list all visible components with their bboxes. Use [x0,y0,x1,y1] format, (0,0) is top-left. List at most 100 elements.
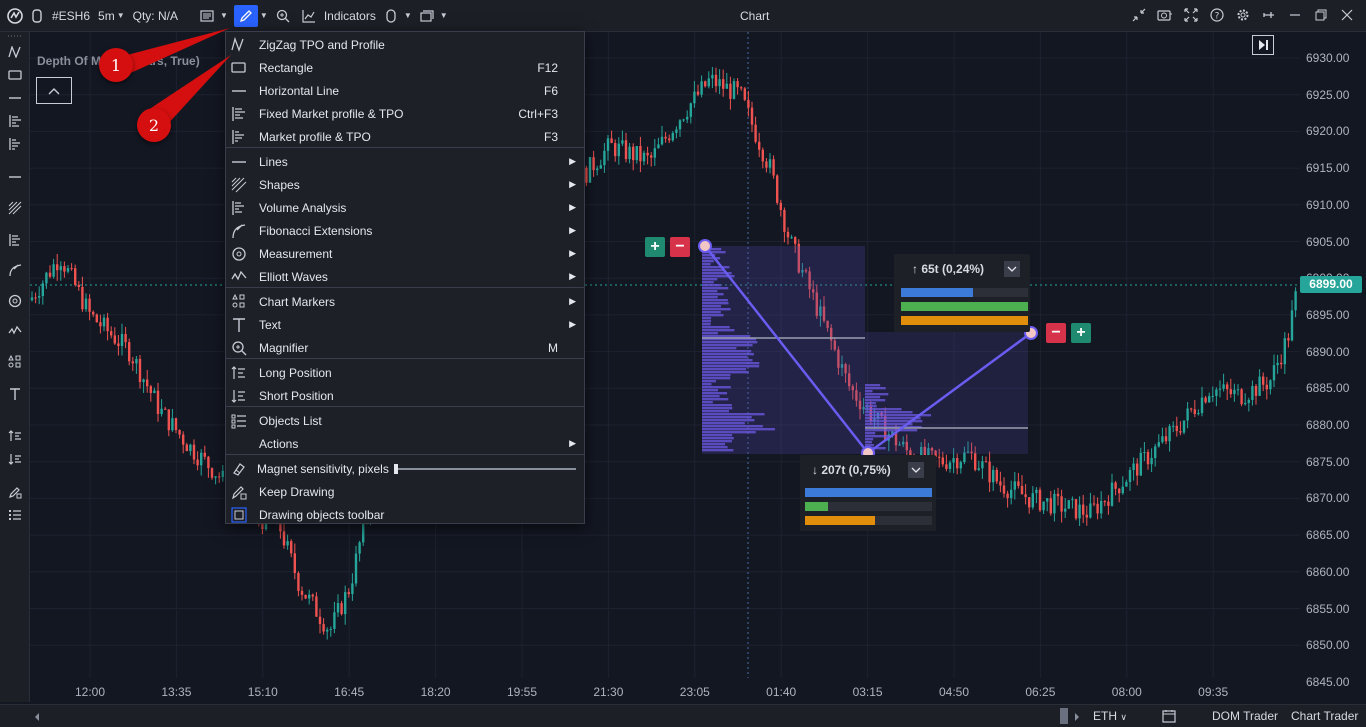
remove-button[interactable]: − [1046,323,1066,343]
zigzag-icon[interactable] [5,43,25,61]
menu-item-market-profile[interactable]: Market profile & TPO F3 [226,125,584,148]
remove-button[interactable]: − [670,237,690,257]
zoom-icon[interactable] [272,5,294,27]
scrollbar-thumb[interactable] [1060,708,1068,724]
menu-item-fixed-profile[interactable]: Fixed Market profile & TPO Ctrl+F3 [226,102,584,125]
menu-item-elliott-waves[interactable]: Elliott Waves ▶ [226,265,584,288]
drag-handle-icon[interactable] [5,32,25,40]
menu-item-rectangle[interactable]: Rectangle F12 [226,56,584,79]
menu-item-lines[interactable]: Lines ▶ [226,150,584,173]
measurement-icon[interactable] [5,292,25,310]
elliott-waves-icon[interactable] [5,322,25,340]
help-icon[interactable]: ? [1206,4,1228,26]
rectangle-icon[interactable] [5,66,25,84]
template-icon[interactable] [380,5,402,27]
candle-body [1024,494,1027,498]
indicators-button[interactable]: Indicators [320,0,380,32]
chevron-down-icon[interactable]: ▼ [220,11,228,20]
menu-item-zigzag[interactable]: ZigZag TPO and Profile [226,33,584,56]
camera-icon[interactable] [1154,4,1176,26]
menu-item-label: Lines [259,154,288,169]
app-logo-icon[interactable] [4,5,26,27]
horizontal-scrollbar[interactable] [46,713,1056,718]
calendar-icon[interactable] [1162,709,1176,726]
menu-item-objects-list[interactable]: Objects List [226,409,584,432]
add-button[interactable]: + [645,237,665,257]
indicators-icon[interactable] [298,5,320,27]
chart-markers-icon[interactable] [5,353,25,371]
lines-icon[interactable] [5,168,25,186]
menu-item-drawing-toolbar[interactable]: Drawing objects toolbar [226,503,584,526]
session-selector[interactable]: ETH ∨ [1093,709,1127,723]
objects-list-icon [231,413,247,429]
short-position-icon[interactable] [5,450,25,468]
menu-item-horizontal-line[interactable]: Horizontal Line F6 [226,79,584,102]
menu-item-long-position[interactable]: Long Position [226,361,584,384]
chevron-down-icon[interactable] [1004,261,1020,277]
candle-body [1006,493,1009,499]
menu-item-keep-drawing[interactable]: Keep Drawing [226,480,584,503]
chart-trader-button[interactable]: Chart Trader [1291,709,1358,723]
collapse-arrows-icon[interactable] [1128,4,1150,26]
long-position-icon[interactable] [5,427,25,445]
x-tick-label: 04:50 [938,685,970,699]
dom-trader-button[interactable]: DOM Trader [1212,709,1278,723]
measure-box-up[interactable]: ↑ 65t (0,24%) [894,254,1030,332]
candle-body [326,629,329,632]
layouts-icon[interactable] [416,5,438,27]
chevron-down-icon[interactable]: ▼ [404,11,412,20]
scroll-right-icon[interactable] [1074,711,1080,725]
menu-item-volume-analysis[interactable]: Volume Analysis ▶ [226,196,584,219]
current-price-tag: 6899.00 [1300,276,1362,293]
menu-item-measurement[interactable]: Measurement ▶ [226,242,584,265]
fixed-profile-icon[interactable] [5,112,25,130]
timeframe-selector[interactable]: 5m ▼ [94,0,129,32]
text-icon[interactable] [5,385,25,403]
objects-list-icon[interactable] [5,506,25,524]
menu-item-label: Shapes [259,177,300,192]
menu-item-short-position[interactable]: Short Position [226,384,584,407]
menu-item-chart-markers[interactable]: Chart Markers ▶ [226,290,584,313]
scroll-to-end-button[interactable] [1252,35,1274,55]
candle-body [984,461,988,463]
horizontal-line-icon[interactable] [5,89,25,107]
chevron-down-icon[interactable] [908,462,924,478]
menu-item-actions[interactable]: Actions ▶ [226,432,584,455]
chart-type-icon[interactable] [196,5,218,27]
restore-icon[interactable] [1310,4,1332,26]
qty-label[interactable]: Qty: N/A [129,0,182,32]
scroll-left-icon[interactable] [34,711,40,725]
profile-bar [702,383,712,386]
profile-bar [702,329,735,332]
market-profile-icon[interactable] [5,135,25,153]
time-axis[interactable]: 12:00 13:35 15:10 16:45 18:20 19:55 21:30 23:05… [30,682,1300,704]
menu-item-shapes[interactable]: Shapes ▶ [226,173,584,196]
slider-thumb[interactable] [394,464,398,474]
menu-item-magnet[interactable]: Magnet sensitivity, pixels [226,457,584,480]
measure-box-down[interactable]: ↓ 207t (0,75%) [800,455,936,531]
fullscreen-icon[interactable] [1180,4,1202,26]
candle-body [761,149,764,162]
chevron-down-icon[interactable]: ▼ [260,11,268,20]
chart-canvas[interactable]: Depth Of Market (Bars, True) ↑ 65t (0,24… [30,32,1300,678]
symbol-selector[interactable]: #ESH6 [48,0,94,32]
fibonacci-icon[interactable] [5,261,25,279]
pin-icon[interactable] [1258,4,1280,26]
magnet-sensitivity-slider[interactable] [394,464,576,474]
minimize-icon[interactable] [1284,4,1306,26]
menu-item-magnifier[interactable]: Magnifier M [226,336,584,359]
menu-item-text[interactable]: Text ▶ [226,313,584,336]
shapes-icon[interactable] [5,199,25,217]
menu-item-fibonacci[interactable]: Fibonacci Extensions ▶ [226,219,584,242]
drawing-tools-pencil-icon[interactable] [233,4,258,27]
chevron-down-icon[interactable]: ▼ [440,11,448,20]
add-button[interactable]: + [1071,323,1091,343]
close-icon[interactable] [1336,4,1358,26]
price-axis[interactable]: 6930.00 6925.00 6920.00 6915.00 6910.00 6905.… [1300,32,1366,689]
collapse-indicator-button[interactable] [36,77,72,104]
price-chart[interactable] [30,32,1300,678]
keep-drawing-icon[interactable] [5,483,25,501]
volume-analysis-icon[interactable] [5,231,25,249]
symbol-link-icon[interactable] [26,5,48,27]
gear-icon[interactable] [1232,4,1254,26]
